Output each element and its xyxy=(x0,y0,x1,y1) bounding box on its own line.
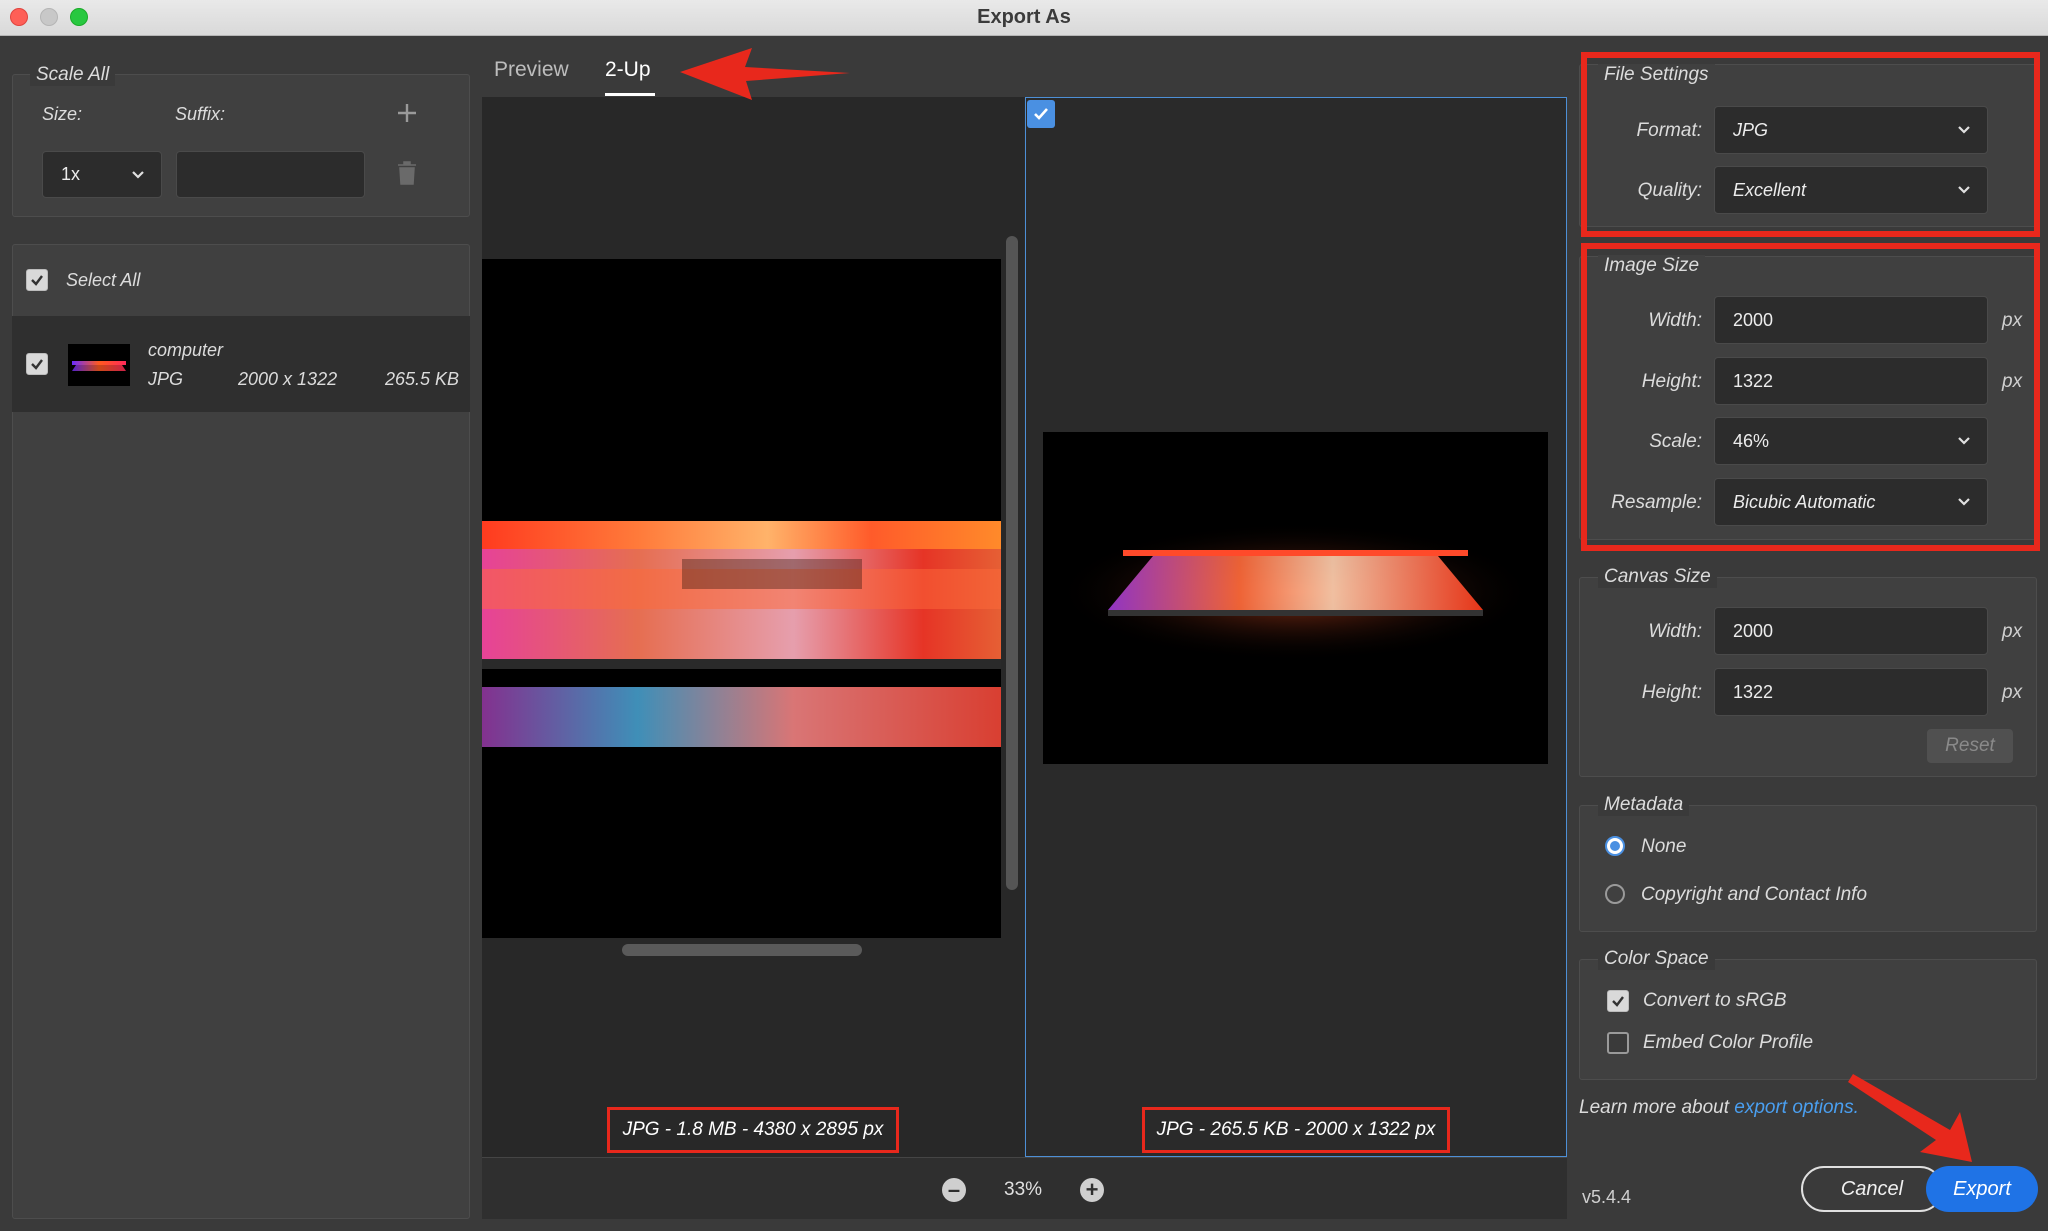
annotation-arrows xyxy=(680,48,1972,1162)
export-annotation-arrow xyxy=(1848,1074,1972,1162)
tab-annotation-arrow xyxy=(680,48,850,100)
